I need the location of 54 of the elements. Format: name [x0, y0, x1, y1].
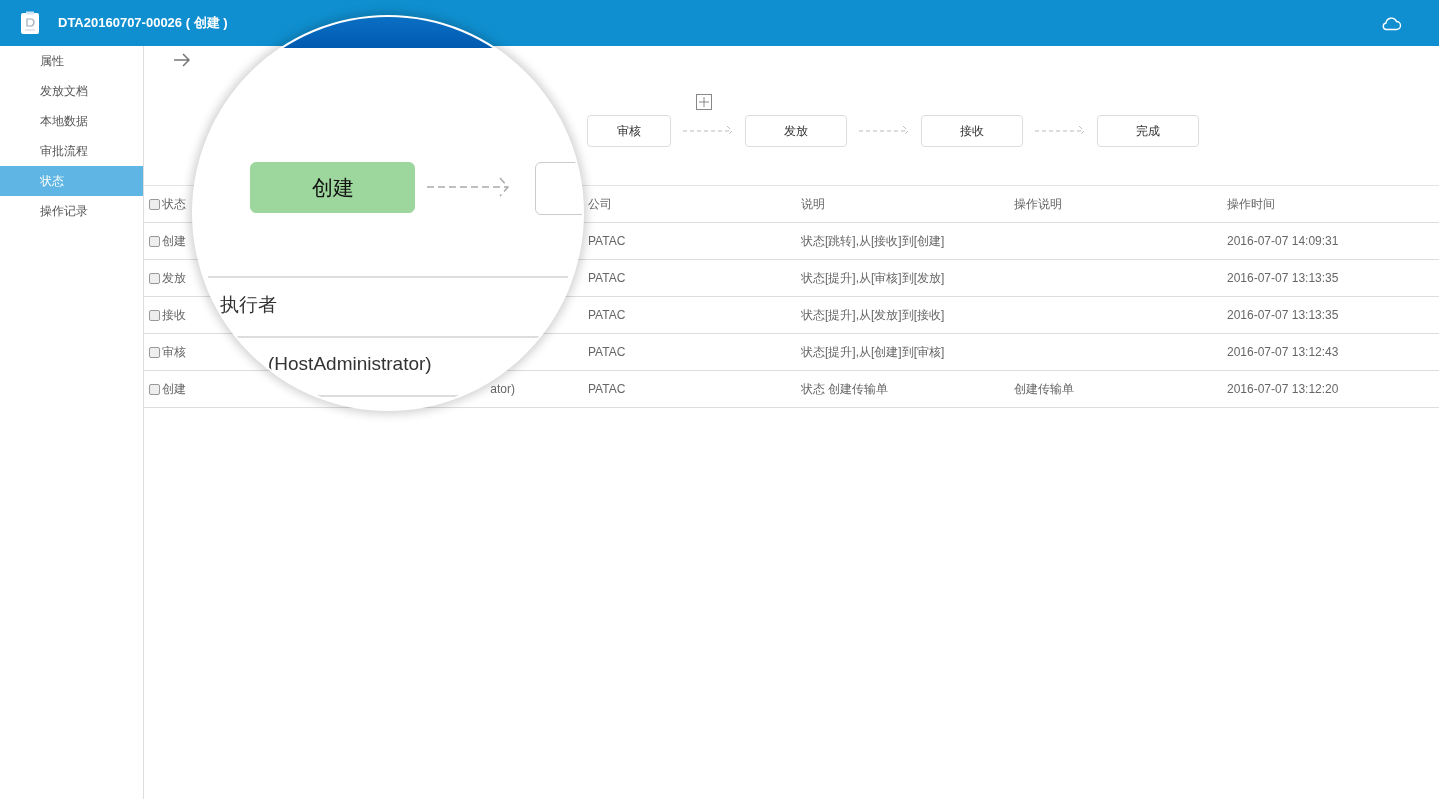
table-cell: PATAC: [588, 308, 626, 322]
table-cell: 发放: [162, 269, 186, 287]
checkbox[interactable]: [149, 235, 160, 247]
table-cell: ator): [490, 382, 515, 396]
table-cell: PATAC: [588, 382, 626, 396]
table-cell: (HostAdministrator): [268, 353, 432, 375]
table-cell: 创建: [162, 232, 186, 250]
table-cell: 状态[提升],从[创建]到[审核]: [801, 343, 945, 361]
table-cell: 2016-07-07 13:12:43: [1227, 345, 1339, 359]
column-header: 说明: [801, 195, 825, 213]
table-cell: PATAC: [588, 234, 626, 248]
table-cell: 状态[提升],从[审核]到[发放]: [801, 269, 945, 287]
column-header: 操作时间: [1227, 195, 1275, 213]
dashed-arrow: [1034, 125, 1086, 137]
table-cell: 状态 创建传输单: [801, 380, 889, 398]
dashed-arrow: [682, 125, 734, 137]
table-cell: 2016-07-07 14:09:31: [1227, 234, 1339, 248]
table-cell: 创建传输单: [1014, 380, 1074, 398]
flow-step[interactable]: 审核: [587, 115, 671, 147]
table-cell: PATAC: [588, 271, 626, 285]
column-header: 公司: [588, 195, 612, 213]
flow-step[interactable]: 发放: [745, 115, 847, 147]
table-cell: 2016-07-07 13:13:35: [1227, 271, 1339, 285]
table-cell: 状态[跳转],从[接收]到[创建]: [801, 232, 945, 250]
checkbox[interactable]: [149, 346, 160, 358]
column-header: 执行者: [220, 292, 277, 317]
flow-step[interactable]: 接收: [921, 115, 1023, 147]
flow-step: 创建: [250, 162, 415, 213]
table-cell: PATAC: [588, 345, 626, 359]
table-cell: 2016-07-07 13:13:35: [1227, 308, 1339, 322]
sidebar-item[interactable]: 操作记录: [0, 196, 143, 226]
table-cell: 接收: [162, 306, 186, 324]
document-icon: [20, 11, 40, 35]
arrow-right-icon[interactable]: [173, 53, 191, 67]
table-cell: 2016-07-07 13:12:20: [1227, 382, 1339, 396]
sidebar-item[interactable]: 本地数据: [0, 106, 143, 136]
table-cell: 创建: [162, 380, 186, 398]
table-cell: 状态[提升],从[发放]到[接收]: [801, 306, 945, 324]
dashed-arrow: [858, 125, 910, 137]
column-header: 状态: [162, 195, 186, 213]
window-title: DTA20160707-00026 ( 创建 ): [58, 14, 228, 32]
table-cell: 审核: [162, 343, 186, 361]
checkbox[interactable]: [149, 309, 160, 321]
checkbox[interactable]: [149, 272, 160, 284]
plus-square-icon[interactable]: [696, 94, 712, 110]
sidebar-item[interactable]: 属性: [0, 46, 143, 76]
flow-step: [535, 162, 582, 215]
checkbox[interactable]: [149, 198, 160, 210]
sidebar-item[interactable]: 发放文档: [0, 76, 143, 106]
flow-step[interactable]: 完成: [1097, 115, 1199, 147]
sidebar-item[interactable]: 审批流程: [0, 136, 143, 166]
checkbox[interactable]: [149, 383, 160, 395]
cloud-icon[interactable]: [1380, 15, 1402, 31]
column-header: 操作说明: [1014, 195, 1062, 213]
